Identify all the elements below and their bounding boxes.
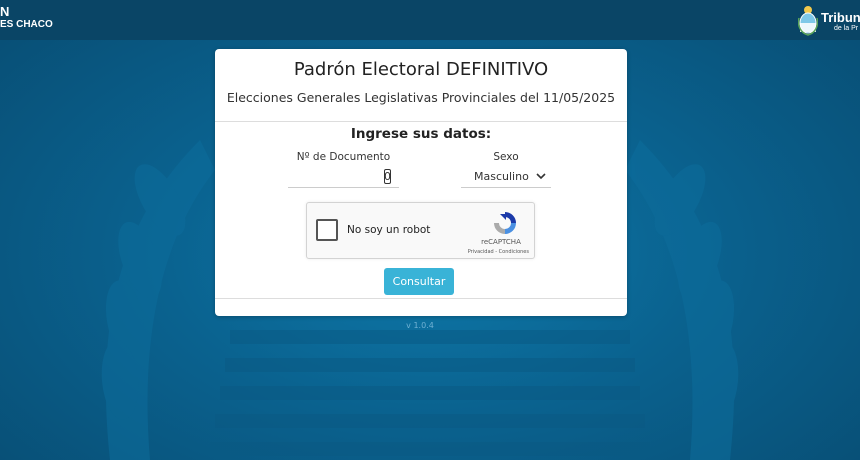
sex-select-value: Masculino bbox=[474, 170, 529, 183]
page-title: Padrón Electoral DEFINITIVO bbox=[293, 59, 549, 80]
recaptcha-links[interactable]: Privacidad - Condiciones bbox=[457, 249, 529, 255]
submit-button[interactable]: Consultar bbox=[384, 268, 454, 295]
page-subtitle: Elecciones Generales Legislativas Provin… bbox=[226, 90, 616, 105]
header-bar: N ES CHACO Tribun de la Pr bbox=[0, 0, 860, 40]
document-input[interactable] bbox=[288, 166, 399, 188]
recaptcha-checkbox[interactable] bbox=[316, 219, 338, 241]
text-cursor bbox=[384, 169, 391, 184]
recaptcha-label: No soy un robot bbox=[347, 224, 431, 236]
brand-logo-left-line2: ES CHACO bbox=[0, 19, 53, 30]
version-label: v 1.0.4 bbox=[406, 321, 434, 330]
coat-of-arms-icon bbox=[798, 6, 818, 36]
recaptcha-icon bbox=[494, 212, 516, 234]
chevron-down-icon bbox=[536, 173, 546, 180]
brand-logo-right[interactable]: Tribun de la Pr bbox=[798, 4, 860, 36]
sex-label: Sexo bbox=[493, 151, 519, 163]
recaptcha-brand: reCAPTCHA bbox=[481, 238, 521, 246]
sex-select[interactable]: Masculino bbox=[461, 166, 551, 188]
form-prompt: Ingrese sus datos: bbox=[350, 126, 492, 142]
divider bbox=[215, 298, 627, 299]
divider bbox=[215, 121, 627, 122]
document-label: Nº de Documento bbox=[296, 151, 391, 163]
recaptcha-widget: No soy un robot reCAPTCHA Privacidad - C… bbox=[306, 202, 535, 259]
brand-logo-left[interactable]: N ES CHACO bbox=[0, 4, 53, 30]
brand-logo-right-subtitle: de la Pr bbox=[834, 25, 859, 32]
query-form-card: Padrón Electoral DEFINITIVO Elecciones G… bbox=[215, 49, 627, 316]
brand-logo-left-line1: N bbox=[0, 4, 10, 19]
brand-logo-right-title: Tribun bbox=[821, 10, 860, 25]
